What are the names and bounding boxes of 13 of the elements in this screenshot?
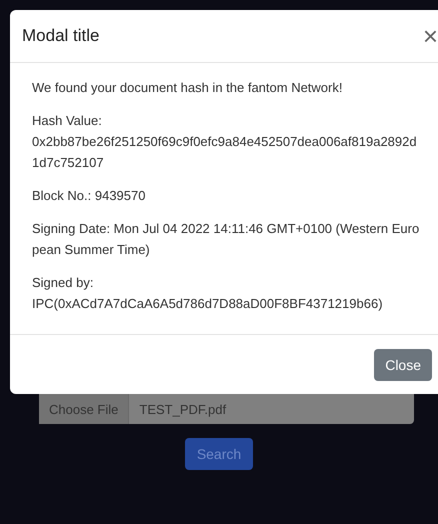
file-input[interactable]: Choose File TEST_PDF.pdf xyxy=(39,394,414,424)
modal-title: Modal title xyxy=(22,26,100,46)
field-label: Signed by: xyxy=(32,274,94,292)
field-value: 0x2bb87be26f251250f69c9f0efc9a84e452507dea006af819a2892d1d7c752107 xyxy=(32,133,418,172)
close-button[interactable]: Close xyxy=(374,349,432,381)
info-text: We found your document hash in the fantom Network! xyxy=(32,79,344,97)
info-text: Block No.: 9439570 xyxy=(32,187,146,205)
field-value: IPC(0xACd7A7dCaA6A5d786d7D88aD00F8BF4371219b66) xyxy=(32,295,384,313)
search-button[interactable]: Search xyxy=(184,438,254,470)
choose-file-button[interactable]: Choose File xyxy=(39,394,130,424)
file-name: TEST_PDF.pdf xyxy=(138,402,226,416)
info-text: Signing Date: Mon Jul 04 2022 14:11:46 GMT+0100 (Western European Summer Time) xyxy=(32,220,420,259)
field-label: Hash Value: xyxy=(32,112,103,130)
